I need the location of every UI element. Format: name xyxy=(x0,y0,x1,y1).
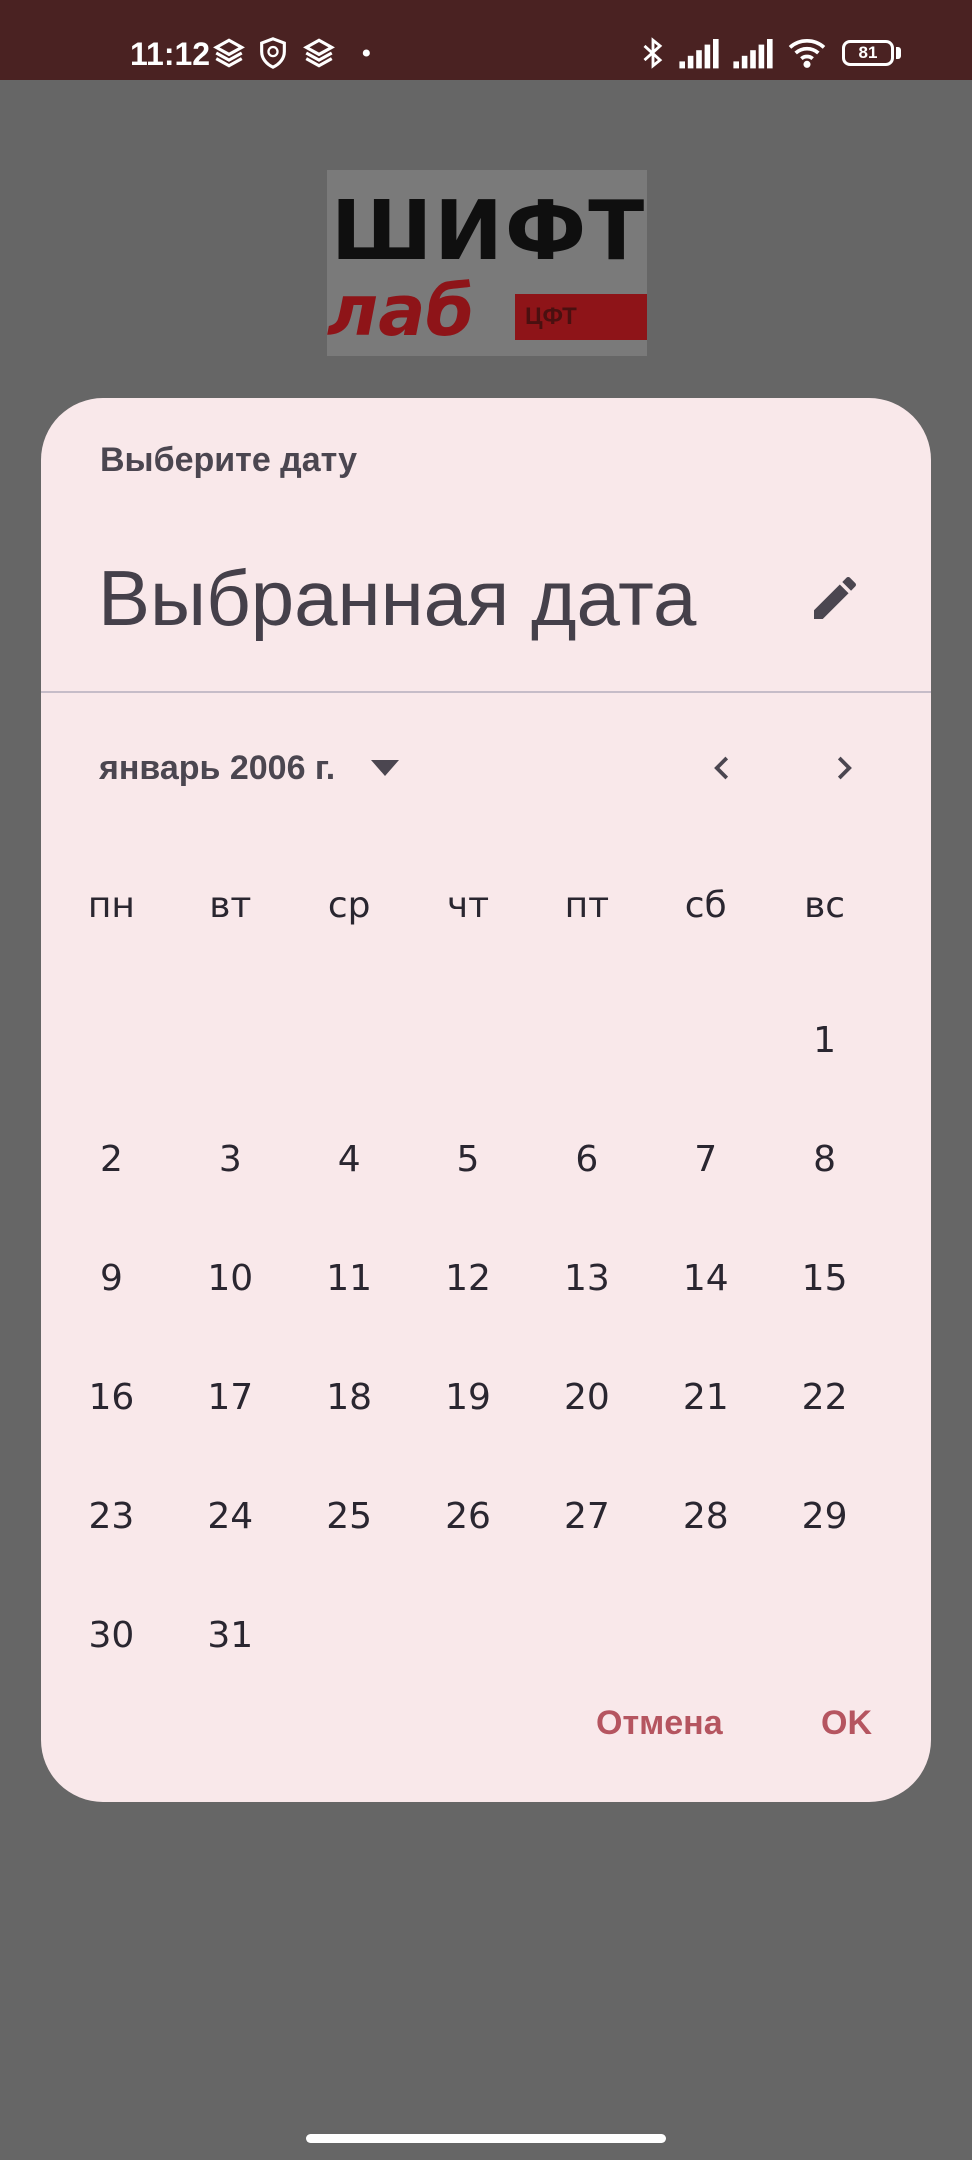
day-cell[interactable]: 28 xyxy=(646,1458,765,1576)
app-logo: ШИФТ лаб ЦФТ xyxy=(327,170,647,356)
previous-month-button[interactable] xyxy=(693,738,753,798)
day-cell[interactable]: 20 xyxy=(527,1339,646,1457)
date-picker-dialog: Выберите дату Выбранная дата январь 2006… xyxy=(41,398,931,1802)
day-cell[interactable]: 17 xyxy=(171,1339,290,1457)
shield-icon xyxy=(260,37,286,69)
weekday-header-row: пн вт ср чт пт сб вс xyxy=(52,873,884,939)
day-cell[interactable]: 7 xyxy=(646,1101,765,1219)
logo-badge: ЦФТ xyxy=(515,294,647,340)
day-cell xyxy=(646,1577,765,1695)
week-row: 9 10 11 12 13 14 15 xyxy=(52,1220,884,1338)
logo-text-bottom: лаб xyxy=(327,270,475,352)
week-row: 30 31 xyxy=(52,1577,884,1695)
weekday-label: чт xyxy=(446,885,490,926)
day-cell[interactable]: 18 xyxy=(290,1339,409,1457)
day-cell xyxy=(527,1577,646,1695)
signal-icon xyxy=(679,39,719,69)
selected-date-text: Выбранная дата xyxy=(98,554,697,642)
wifi-icon xyxy=(788,39,826,68)
day-cell[interactable]: 1 xyxy=(765,982,884,1100)
day-cell[interactable]: 23 xyxy=(52,1458,171,1576)
day-cell[interactable]: 3 xyxy=(171,1101,290,1219)
battery-tip xyxy=(896,47,901,59)
day-cell[interactable]: 31 xyxy=(171,1577,290,1695)
status-time: 11:12 xyxy=(130,36,211,72)
week-row: 1 xyxy=(52,982,884,1100)
chevron-right-icon xyxy=(837,756,852,780)
arrow-drop-down-icon xyxy=(371,760,400,776)
weekday-label: сб xyxy=(684,885,727,926)
signal-icon xyxy=(733,39,773,69)
day-cell[interactable]: 22 xyxy=(765,1339,884,1457)
day-cell xyxy=(409,982,528,1100)
day-cell xyxy=(765,1577,884,1695)
weekday-label: пн xyxy=(87,885,135,926)
header-divider xyxy=(41,691,931,693)
day-cell[interactable]: 24 xyxy=(171,1458,290,1576)
layers-icon xyxy=(303,38,335,68)
day-cell xyxy=(52,982,171,1100)
day-cell[interactable]: 26 xyxy=(409,1458,528,1576)
month-year-selector[interactable]: январь 2006 г. xyxy=(99,738,400,798)
day-cell[interactable]: 16 xyxy=(52,1339,171,1457)
dialog-header: Выберите дату xyxy=(100,441,358,479)
day-cell[interactable]: 29 xyxy=(765,1458,884,1576)
status-bar: 11:12 81 xyxy=(0,0,972,80)
cancel-button[interactable]: Отмена xyxy=(596,1698,723,1748)
day-cell xyxy=(290,1577,409,1695)
day-cell[interactable]: 27 xyxy=(527,1458,646,1576)
dialog-actions: Отмена OK xyxy=(41,1698,931,1748)
day-cell[interactable]: 9 xyxy=(52,1220,171,1338)
day-cell[interactable]: 14 xyxy=(646,1220,765,1338)
dot-icon xyxy=(362,49,370,57)
layers-icon xyxy=(213,38,245,68)
battery-icon: 81 xyxy=(842,40,894,66)
day-cell xyxy=(527,982,646,1100)
day-cell[interactable]: 25 xyxy=(290,1458,409,1576)
day-cell[interactable]: 19 xyxy=(409,1339,528,1457)
day-cell[interactable]: 8 xyxy=(765,1101,884,1219)
day-cell xyxy=(409,1577,528,1695)
day-cell[interactable]: 2 xyxy=(52,1101,171,1219)
week-row: 23 24 25 26 27 28 29 xyxy=(52,1458,884,1576)
week-row: 16 17 18 19 20 21 22 xyxy=(52,1339,884,1457)
weekday-label: вт xyxy=(209,885,252,926)
day-cell[interactable]: 6 xyxy=(527,1101,646,1219)
day-cell[interactable]: 5 xyxy=(409,1101,528,1219)
logo-text-top: ШИФТ xyxy=(331,184,647,279)
day-cell[interactable]: 21 xyxy=(646,1339,765,1457)
day-cell[interactable]: 30 xyxy=(52,1577,171,1695)
day-cell[interactable]: 15 xyxy=(765,1220,884,1338)
day-cell[interactable]: 10 xyxy=(171,1220,290,1338)
ok-button[interactable]: OK xyxy=(821,1698,872,1748)
next-month-button[interactable] xyxy=(813,738,873,798)
day-cell xyxy=(646,982,765,1100)
day-cell[interactable]: 12 xyxy=(409,1220,528,1338)
home-indicator[interactable] xyxy=(306,2134,666,2143)
pencil-icon[interactable] xyxy=(807,570,863,626)
weekday-label: вс xyxy=(804,885,846,926)
day-cell[interactable]: 11 xyxy=(290,1220,409,1338)
weekday-label: ср xyxy=(327,885,371,926)
weekday-label: пт xyxy=(564,885,610,926)
day-cell xyxy=(290,982,409,1100)
day-cell[interactable]: 4 xyxy=(290,1101,409,1219)
month-year-label: январь 2006 г. xyxy=(99,748,336,787)
day-cell[interactable]: 13 xyxy=(527,1220,646,1338)
day-cell xyxy=(171,982,290,1100)
bluetooth-icon xyxy=(643,37,663,69)
week-row: 2 3 4 5 6 7 8 xyxy=(52,1101,884,1219)
chevron-left-icon xyxy=(714,756,729,780)
